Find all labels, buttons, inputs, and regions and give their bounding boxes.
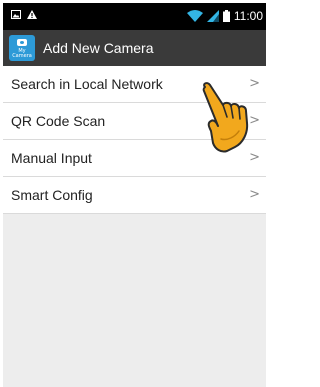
- menu-item-label: Manual Input: [11, 150, 92, 166]
- app-bar: My Camera Add New Camera: [3, 30, 266, 66]
- status-time: 11:00: [233, 9, 263, 23]
- signal-icon: [206, 10, 219, 22]
- menu-item-label: QR Code Scan: [11, 113, 106, 129]
- image-icon: [11, 10, 21, 19]
- status-left-icons: [11, 10, 37, 19]
- battery-icon: [222, 10, 230, 22]
- camera-app-icon[interactable]: My Camera: [9, 35, 35, 61]
- menu-item-smart-config[interactable]: Smart Config >: [3, 177, 266, 214]
- chevron-right-icon: >: [249, 187, 260, 202]
- warning-icon: [27, 10, 37, 19]
- menu-item-label: Smart Config: [11, 187, 93, 203]
- status-bar: 11:00: [3, 3, 266, 30]
- wifi-icon: [186, 10, 203, 22]
- status-right-icons: 11:00: [186, 9, 263, 23]
- menu-item-label: Search in Local Network: [11, 76, 163, 92]
- chevron-right-icon: >: [249, 150, 260, 165]
- phone-screen: 11:00 My Camera Add New Camera Search in…: [3, 3, 266, 387]
- app-icon-text: My Camera: [12, 48, 32, 59]
- page-title: Add New Camera: [43, 40, 154, 56]
- hand-pointer-icon: [197, 81, 257, 153]
